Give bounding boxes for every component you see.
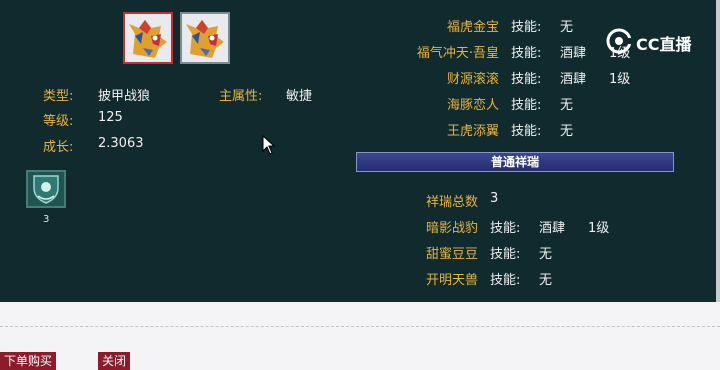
- main-attr-value: 敏捷: [286, 89, 313, 104]
- level-label: 等级:: [43, 114, 74, 129]
- wolf-portrait-icon: [182, 14, 228, 62]
- skill-value: 无: [560, 20, 574, 35]
- skill-label: 技能:: [511, 20, 542, 35]
- skill-value: 无: [539, 247, 553, 262]
- skill-value: 酒肆: [560, 46, 587, 61]
- skill-value: 酒肆: [560, 72, 587, 87]
- skill-value: 无: [560, 124, 574, 139]
- item-name: 王虎添翼: [446, 124, 499, 139]
- shield-emblem-icon[interactable]: [26, 170, 66, 208]
- wolf-portrait-icon: [125, 14, 171, 62]
- skill-label: 技能:: [511, 72, 542, 87]
- buy-button[interactable]: 下单购买: [0, 352, 57, 370]
- type-label: 类型:: [43, 89, 74, 104]
- mouse-cursor-icon: [262, 135, 276, 155]
- cc-live-watermark: CC直播: [604, 26, 704, 56]
- skill-label: 技能:: [511, 46, 542, 61]
- item-name: 暗影战豹: [425, 221, 478, 236]
- level-value: 125: [98, 110, 123, 125]
- divider: [0, 326, 720, 327]
- skill-label: 技能:: [511, 98, 542, 113]
- pet-avatar-alt[interactable]: [180, 12, 230, 64]
- item-name: 财源滚滚: [446, 72, 499, 87]
- item-name: 福虎金宝: [446, 20, 499, 35]
- auspicious-total-value: 3: [490, 191, 499, 206]
- type-value: 披甲战狼: [98, 89, 151, 104]
- auspicious-banner: 普通祥瑞: [356, 152, 674, 172]
- pet-avatar-selected[interactable]: [123, 12, 173, 64]
- cc-logo-icon: [606, 28, 633, 54]
- skill-level: 1级: [609, 72, 631, 87]
- skill-value: 无: [539, 273, 553, 288]
- growth-label: 成长:: [43, 140, 74, 155]
- item-name: 海豚恋人: [446, 98, 499, 113]
- badge-count: 3: [43, 214, 50, 225]
- watermark-text: CC直播: [636, 35, 692, 54]
- skill-value: 酒肆: [539, 221, 566, 236]
- main-attr-label: 主属性:: [219, 89, 263, 104]
- emblem-icon: [33, 175, 59, 204]
- auspicious-total-label: 祥瑞总数: [425, 195, 478, 210]
- skill-label: 技能:: [511, 124, 542, 139]
- skill-label: 技能:: [490, 221, 521, 236]
- item-name: 福气冲天·吾皇: [416, 46, 499, 61]
- growth-value: 2.3063: [98, 136, 144, 151]
- skill-label: 技能:: [490, 247, 521, 262]
- pet-detail-panel: 类型: 披甲战狼 主属性: 敏捷 等级: 125 成长: 2.3063 3 福虎…: [0, 0, 716, 302]
- skill-label: 技能:: [490, 273, 521, 288]
- item-name: 开明天兽: [425, 273, 478, 288]
- item-name: 甜蜜豆豆: [425, 247, 478, 262]
- close-button[interactable]: 关闭: [98, 352, 131, 370]
- skill-value: 无: [560, 98, 574, 113]
- skill-level: 1级: [588, 221, 610, 236]
- scrollbar[interactable]: [716, 0, 720, 302]
